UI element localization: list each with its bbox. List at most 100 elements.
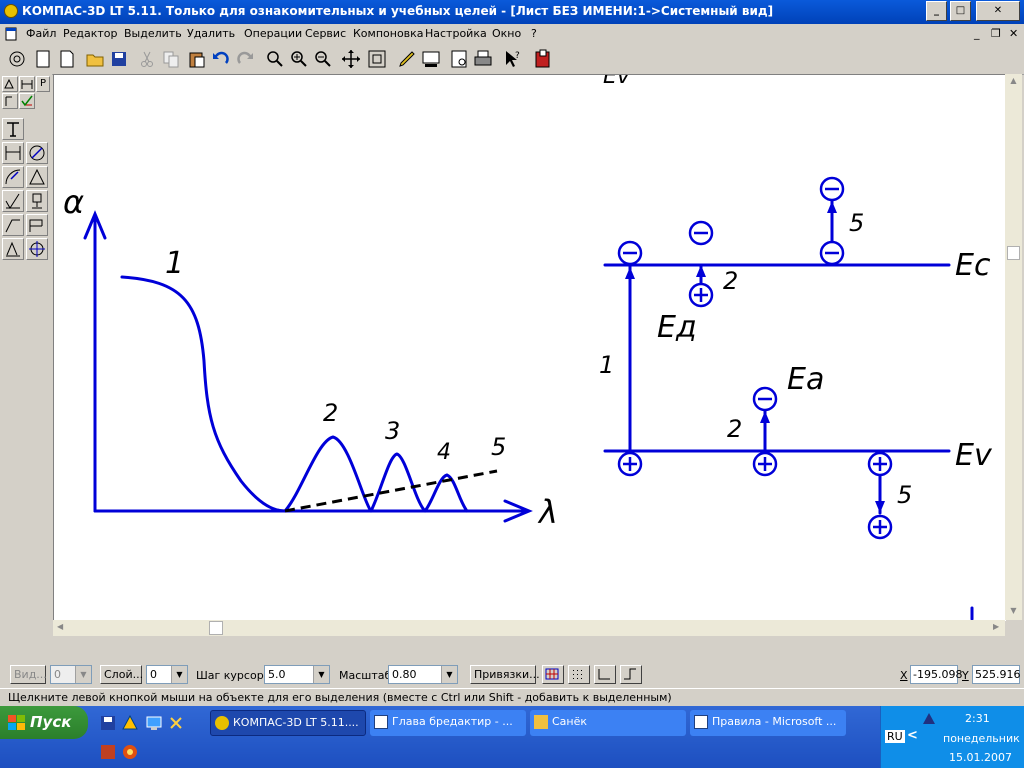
view-combo[interactable]: 0 ▼ [50, 665, 92, 684]
cut-line-tool[interactable] [2, 238, 24, 260]
show-hidden-icons-icon[interactable]: < [907, 728, 918, 743]
zoom-out-button[interactable] [312, 48, 334, 70]
library-button[interactable] [532, 48, 554, 70]
task-word-chapter[interactable]: Глава бредактир - ... [370, 710, 526, 736]
select-check-icon [21, 95, 33, 107]
local-cs-button[interactable] [594, 665, 616, 684]
linear-dim-tool[interactable] [2, 142, 24, 164]
layer-button[interactable]: Слой... [100, 665, 143, 684]
task-folder[interactable]: Санёк [530, 710, 686, 736]
cut-button[interactable] [136, 48, 158, 70]
menu-file[interactable]: Файл [26, 27, 56, 40]
ortho-button[interactable] [620, 665, 642, 684]
minimize-button[interactable]: _ [926, 1, 947, 21]
menu-service[interactable]: Сервис [305, 27, 346, 40]
arrow-head-2-lower [760, 411, 770, 423]
scroll-up-icon[interactable]: ▲ [1006, 76, 1021, 88]
select-tab[interactable] [19, 93, 35, 109]
browser-quicklaunch-icon[interactable] [122, 744, 138, 760]
language-indicator[interactable]: RU [885, 730, 905, 743]
paste-button[interactable] [186, 48, 208, 70]
save-quicklaunch-icon[interactable] [100, 715, 116, 731]
start-button[interactable]: Пуск [0, 706, 88, 739]
help-pointer-icon: ? [506, 51, 520, 67]
mdi-close-button[interactable]: ✕ [1009, 27, 1018, 40]
x-coord-field[interactable]: -195.098 [910, 665, 962, 684]
tab-r[interactable]: Р [36, 76, 50, 92]
diameter-dim-tool[interactable] [26, 142, 48, 164]
roughness-tool[interactable] [2, 190, 24, 212]
menu-window[interactable]: Окно [492, 27, 521, 40]
scroll-down-icon[interactable]: ▼ [1006, 606, 1021, 618]
menu-editor[interactable]: Редактор [63, 27, 118, 40]
new-fragment-button[interactable] [56, 48, 78, 70]
media-quicklaunch-icon[interactable] [100, 744, 116, 760]
leader-tool[interactable] [2, 214, 24, 236]
menu-delete[interactable]: Удалить [187, 27, 235, 40]
network-tray-icon[interactable] [921, 710, 937, 726]
tray-time[interactable]: 2:31 [965, 712, 990, 725]
zoom-in-button[interactable] [288, 48, 310, 70]
menu-help[interactable]: ? [531, 27, 537, 40]
menu-layout[interactable]: Компоновка [353, 27, 424, 40]
dimensions-tab[interactable] [19, 76, 35, 92]
new-model-button[interactable] [6, 48, 28, 70]
close-button[interactable]: ✕ [976, 1, 1020, 21]
desktop-quicklaunch-icon[interactable] [146, 715, 162, 731]
open-button[interactable] [84, 48, 106, 70]
base-tool[interactable] [26, 190, 48, 212]
base-mark-icon [32, 193, 42, 209]
scroll-right-icon[interactable]: ▶ [993, 622, 999, 631]
print-button[interactable] [472, 48, 494, 70]
properties-button[interactable] [420, 48, 442, 70]
curve-3 [369, 452, 427, 513]
task-kompas[interactable]: КОМПАС-3D LT 5.11.... [210, 710, 366, 736]
status-hint-text: Щелкните левой кнопкой мыши на объекте д… [8, 691, 672, 704]
refresh-button[interactable] [396, 48, 418, 70]
cursor-step-combo[interactable]: 5.0 ▼ [264, 665, 330, 684]
tool-quicklaunch-icon[interactable] [168, 715, 184, 731]
pan-button[interactable] [340, 48, 362, 70]
grid-toggle-button[interactable] [542, 665, 564, 684]
radial-dim-tool[interactable] [2, 166, 24, 188]
scroll-left-icon[interactable]: ◀ [57, 622, 63, 631]
window-title-bar[interactable]: КОМПАС-3D LT 5.11. Только для ознакомите… [0, 0, 1024, 24]
app-quicklaunch-icon[interactable] [122, 715, 138, 731]
scale-combo[interactable]: 0.80 ▼ [388, 665, 458, 684]
edit-tab[interactable] [2, 93, 18, 109]
position-tool[interactable] [26, 214, 48, 236]
zoom-window-button[interactable] [264, 48, 286, 70]
axis-tool[interactable] [26, 238, 48, 260]
document-icon[interactable] [4, 27, 18, 41]
y-coord-field[interactable]: 525.916 [972, 665, 1021, 684]
task-word-rules[interactable]: Правила - Microsoft ... [690, 710, 846, 736]
menu-settings[interactable]: Настройка [425, 27, 487, 40]
maximize-button[interactable]: □ [950, 1, 971, 21]
undo-button[interactable] [210, 48, 232, 70]
grid-show-button[interactable] [568, 665, 590, 684]
redo-button[interactable] [234, 48, 256, 70]
geometry-tab[interactable] [2, 76, 18, 92]
horizontal-scroll-thumb[interactable] [209, 621, 223, 635]
layer-combo[interactable]: 0 ▼ [146, 665, 188, 684]
view-button[interactable]: Вид... [10, 665, 47, 684]
angular-dim-tool[interactable] [26, 166, 48, 188]
drawing-canvas[interactable]: α λ 1 2 3 4 5 Ev Eс Ev Eд Eа 5 2 1 2 5 [53, 74, 1006, 621]
context-help-button[interactable]: ? [502, 48, 524, 70]
text-tool[interactable] [2, 118, 24, 140]
new-sheet-button[interactable] [32, 48, 54, 70]
vertical-scroll-thumb[interactable] [1007, 246, 1020, 260]
curve-2 [283, 435, 373, 513]
preview-button[interactable] [448, 48, 470, 70]
mdi-restore-button[interactable]: ❐ [991, 27, 1001, 40]
menu-select[interactable]: Выделить [124, 27, 182, 40]
save-button[interactable] [108, 48, 130, 70]
show-all-button[interactable] [366, 48, 388, 70]
horizontal-scrollbar[interactable]: ◀ ▶ [53, 620, 1005, 636]
vertical-scrollbar[interactable]: ▲ ▼ [1005, 74, 1022, 620]
copy-button[interactable] [160, 48, 182, 70]
snaps-button[interactable]: Привязки... [470, 665, 540, 684]
drawing-svg[interactable]: α λ 1 2 3 4 5 Ev Eс Ev Eд Eа 5 2 1 2 5 [54, 75, 1006, 621]
mdi-minimize-button[interactable]: _ [974, 27, 980, 40]
menu-operations[interactable]: Операции [244, 27, 302, 40]
